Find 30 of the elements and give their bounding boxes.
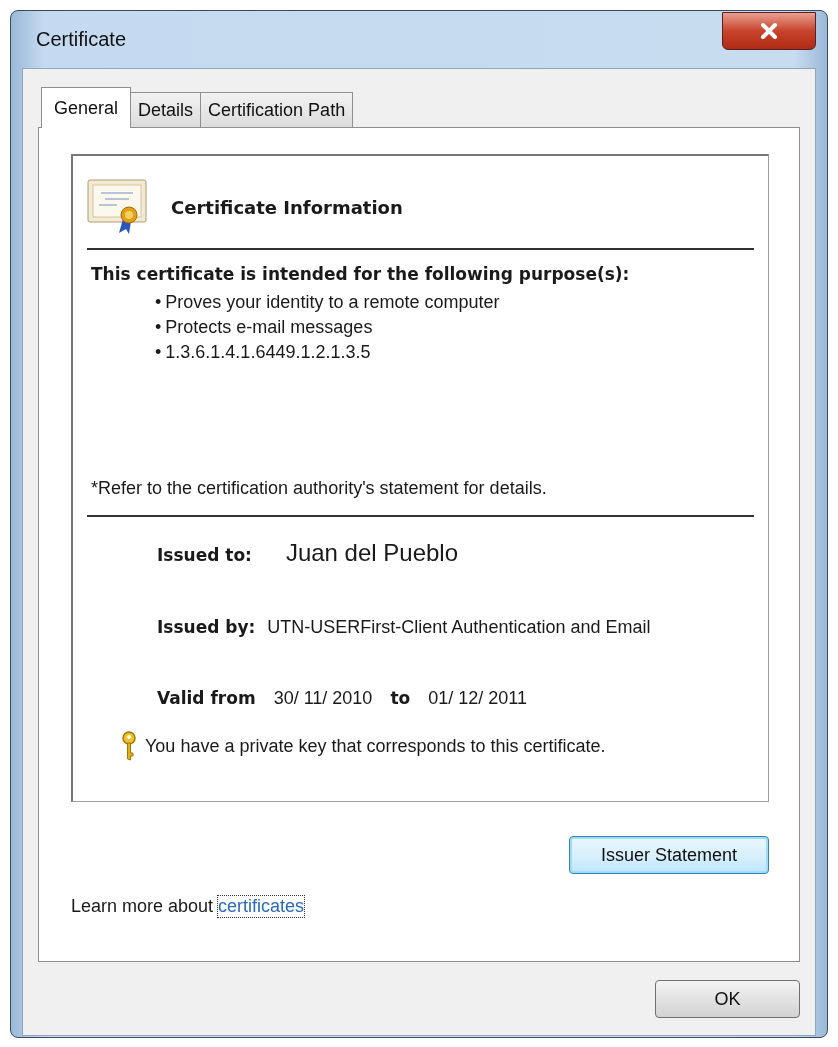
note-text: *Refer to the certification authority's statement for details.	[91, 478, 548, 500]
field-label: Issued by:	[157, 617, 256, 637]
close-button[interactable]	[722, 11, 816, 50]
field-value: UTN-USERFirst-Client Authentication and Email	[267, 617, 651, 638]
section-heading: Certificate Information	[171, 196, 403, 218]
purpose-text: 1.3.6.1.4.1.6449.1.2.1.3.5	[165, 342, 371, 363]
tab[interactable]: Certification Path	[200, 92, 354, 127]
field-label: to	[390, 688, 411, 708]
field-value: 30/ 11/ 2010	[273, 688, 373, 709]
ok-button[interactable]: OK	[655, 980, 800, 1018]
certificates-link[interactable]: certificates	[218, 896, 305, 917]
private-key-note: You have a private key that corresponds to this certificate.	[145, 735, 606, 757]
field-label: Valid from	[157, 688, 256, 708]
tab[interactable]: General	[41, 87, 132, 128]
purpose-text: Proves your identity to a remote computer	[165, 292, 500, 313]
purpose-heading: This certificate is intended for the following purpose(s):	[91, 264, 631, 284]
key-icon	[121, 731, 137, 761]
field-label: Issued to:	[157, 545, 252, 565]
bullet: •	[155, 292, 162, 313]
field-value: Juan del Pueblo	[285, 539, 459, 567]
certificate-icon	[87, 179, 149, 235]
field-value: 01/ 12/ 2011	[428, 688, 527, 709]
window-title: Certificate	[35, 28, 127, 51]
learn-more-text: Learn more about	[71, 896, 214, 917]
issuer-statement-button[interactable]: Issuer Statement	[569, 836, 769, 874]
close-icon	[760, 22, 778, 39]
purpose-text: Protects e-mail messages	[165, 317, 373, 338]
bullet: •	[155, 342, 162, 363]
bullet: •	[155, 317, 162, 338]
tab[interactable]: Details	[130, 92, 202, 127]
